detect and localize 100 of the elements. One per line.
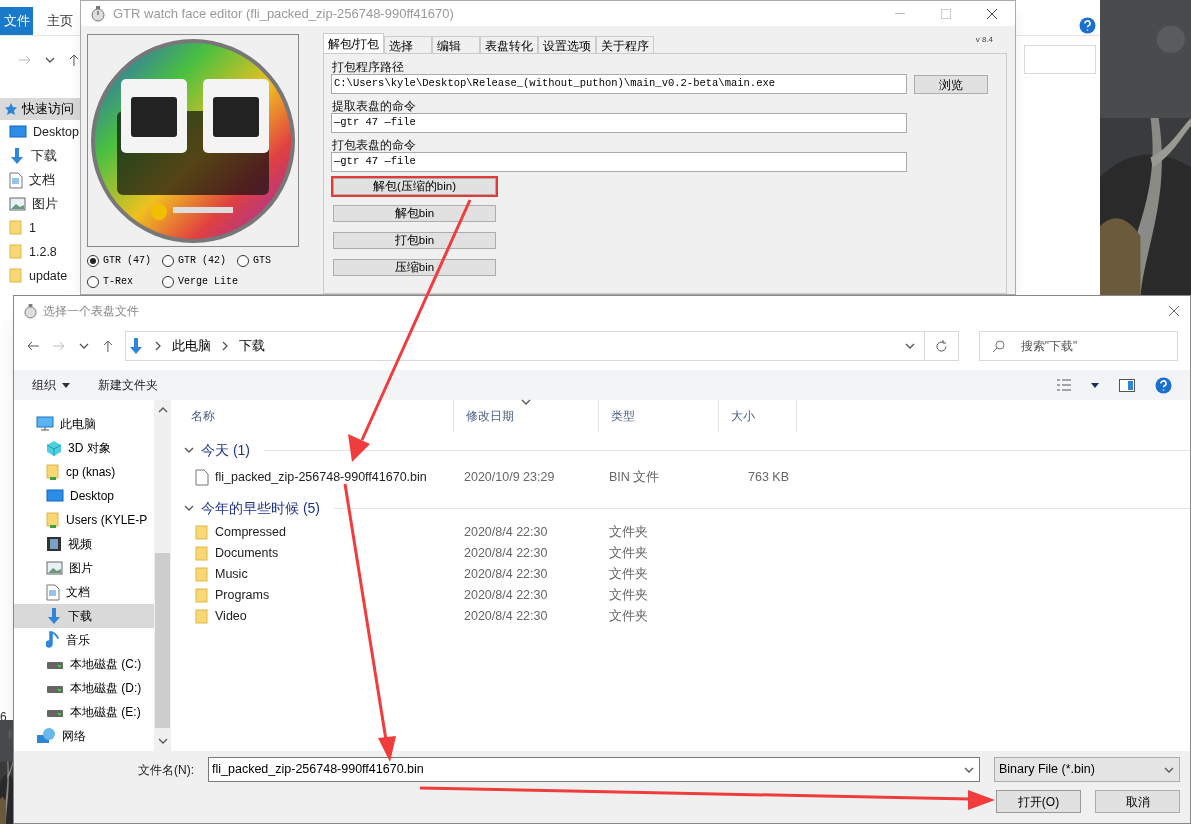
sidebar-item[interactable]: 1 — [0, 216, 80, 240]
tab[interactable]: 关于程序 — [596, 36, 655, 53]
column-header[interactable]: 修改日期 — [454, 400, 599, 432]
close-icon — [986, 7, 998, 20]
date-cell-text: 2020/8/4 22:30 — [463, 545, 549, 563]
folder-row[interactable]: Compressed 2020/8/4 22:30 文件夹 — [179, 522, 1190, 543]
action-button[interactable]: 解包bin — [333, 205, 496, 222]
folder-row[interactable]: Documents 2020/8/4 22:30 文件夹 — [179, 543, 1190, 564]
tab[interactable]: 设置选项 — [538, 36, 597, 53]
folder-row[interactable]: Programs 2020/8/4 22:30 文件夹 — [179, 585, 1190, 606]
tree-item[interactable]: 下载 — [14, 604, 154, 628]
folder-row[interactable]: Music 2020/8/4 22:30 文件夹 — [179, 564, 1190, 585]
tree-item[interactable]: Users (KYLE-P — [14, 508, 154, 532]
download-icon — [46, 607, 62, 625]
breadcrumb-item[interactable]: 下载 — [239, 336, 266, 356]
field-label: 提取表盘的命令 — [332, 99, 417, 113]
radio-option[interactable]: Verge Lite — [162, 274, 237, 289]
tab[interactable]: 编辑 — [432, 36, 481, 53]
address-bar[interactable]: 此电脑 下载 — [125, 331, 959, 361]
radio-option[interactable]: GTS — [237, 253, 297, 268]
file-name: Video — [215, 608, 247, 626]
sidebar-item[interactable]: Desktop — [0, 120, 80, 144]
type-cell-text: 文件夹 — [608, 545, 649, 563]
breadcrumb-item[interactable]: 此电脑 — [172, 336, 212, 356]
minimize-icon — [895, 12, 905, 15]
radio-option[interactable]: GTR (42) — [162, 253, 237, 268]
sidebar-item[interactable]: 图片 — [0, 192, 80, 216]
action-button[interactable]: 压缩bin — [333, 259, 496, 276]
browse-button[interactable]: 浏览 — [914, 74, 988, 94]
tree-item[interactable]: 文档 — [14, 580, 154, 604]
stopwatch-icon — [24, 303, 37, 319]
tree-item[interactable]: 图片 — [14, 556, 154, 580]
dialog-title: 选择一个表盘文件 — [43, 303, 139, 320]
up-arrow-icon[interactable] — [101, 339, 114, 353]
star-icon — [4, 102, 18, 116]
text-field[interactable]: C:\Users\kyle\Desktop\Release_(without_puthon)\main_v0.2-beta\main.exe — [331, 74, 907, 94]
ribbon-tab[interactable]: 文件 — [0, 7, 33, 35]
maximize-icon — [941, 8, 951, 19]
sidebar-item[interactable]: 文档 — [0, 168, 80, 192]
column-header[interactable]: 类型 — [599, 400, 719, 432]
file-type-select[interactable]: Binary File (*.bin) — [994, 757, 1180, 782]
help-icon[interactable] — [1079, 17, 1096, 34]
tree-item[interactable]: 网络 — [14, 724, 154, 748]
up-arrow-icon[interactable] — [68, 53, 80, 67]
ribbon-tab[interactable]: 主页 — [43, 7, 76, 35]
date-cell-text: 2020/8/4 22:30 — [463, 587, 549, 605]
radio-button[interactable] — [162, 275, 174, 288]
download-icon — [128, 337, 145, 355]
action-button[interactable]: 解包(压缩的bin) — [333, 178, 496, 195]
dialog-button[interactable]: 取消 — [1095, 790, 1180, 813]
organize-button[interactable]: 组织 — [32, 376, 70, 394]
file-name: Compressed — [215, 524, 286, 542]
tab[interactable]: 解包/打包 — [323, 33, 385, 53]
new-folder-button[interactable]: 新建文件夹 — [98, 376, 158, 394]
tab[interactable]: 表盘转化 — [480, 36, 539, 53]
tree-item[interactable]: 本地磁盘 (C:) — [14, 652, 154, 676]
download-icon — [9, 147, 25, 165]
tree-item[interactable]: 本地磁盘 (D:) — [14, 676, 154, 700]
tree-item[interactable]: cp (knas) — [14, 460, 154, 484]
group-header[interactable]: 今天 (1) — [201, 439, 250, 461]
sidebar-item[interactable]: update — [0, 264, 80, 288]
filename-label: 文件名(N): — [138, 761, 194, 779]
filename-field[interactable]: fli_packed_zip-256748-990ff41670.bin — [208, 757, 980, 782]
file-name: Programs — [215, 587, 270, 605]
radio-button[interactable] — [87, 254, 99, 267]
tree-item[interactable]: 此电脑 — [14, 412, 154, 436]
radio-option[interactable]: GTR (47) — [87, 253, 162, 268]
tree-item[interactable]: 音乐 — [14, 628, 154, 652]
group-header[interactable]: 今年的早些时候 (5) — [201, 497, 320, 519]
tree-item[interactable]: 视频 — [14, 532, 154, 556]
dialog-button[interactable]: 打开(O) — [996, 790, 1081, 813]
file-row[interactable]: fli_packed_zip-256748-990ff41670.bin 2020/10/9 23:29 BIN 文件 763 KB — [179, 464, 1190, 490]
radio-button[interactable] — [162, 254, 174, 267]
tree-item[interactable]: 3D 对象 — [14, 436, 154, 460]
tree-item[interactable]: Desktop — [14, 484, 154, 508]
text-field[interactable]: —gtr 47 —file — [331, 113, 907, 133]
help-icon[interactable] — [1155, 376, 1172, 394]
radio-button[interactable] — [87, 275, 99, 288]
scrollbar[interactable] — [154, 400, 171, 751]
preview-pane-icon[interactable] — [1119, 378, 1135, 392]
sidebar-item[interactable]: 快速访问 — [0, 98, 80, 120]
search-field[interactable] — [1024, 45, 1096, 74]
column-header[interactable]: 名称 — [179, 400, 454, 432]
text-field[interactable]: —gtr 47 —file — [331, 152, 907, 172]
search-field[interactable]: 搜索"下载" — [978, 331, 1178, 361]
folder-row[interactable]: Video 2020/8/4 22:30 文件夹 — [179, 606, 1190, 627]
caret-icon — [62, 382, 70, 388]
document-icon — [46, 583, 60, 601]
sidebar-item[interactable]: 1.2.8 — [0, 240, 80, 264]
tab[interactable]: 选择 — [384, 36, 433, 53]
radio-button[interactable] — [237, 254, 249, 267]
caret-icon[interactable] — [1091, 382, 1099, 388]
sidebar-item[interactable]: 下载 — [0, 144, 80, 168]
radio-option[interactable]: T-Rex — [87, 274, 162, 289]
column-header[interactable]: 大小 — [719, 400, 797, 432]
back-arrow-icon[interactable] — [26, 340, 40, 352]
film-icon — [46, 536, 62, 552]
tree-item[interactable]: 本地磁盘 (E:) — [14, 700, 154, 724]
action-button[interactable]: 打包bin — [333, 232, 496, 249]
date-cell-text: 2020/8/4 22:30 — [463, 524, 549, 542]
